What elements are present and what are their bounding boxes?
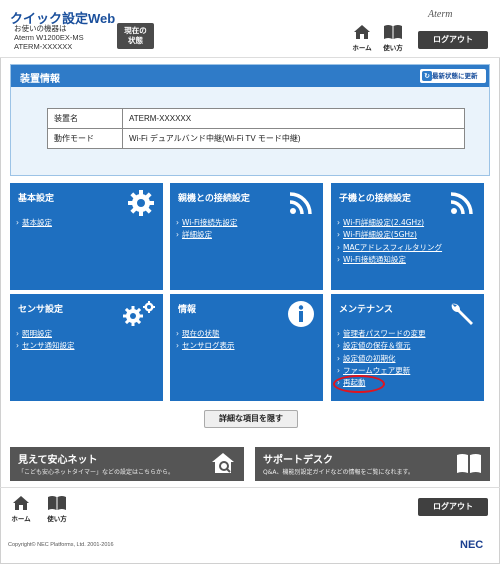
tile-title: サポートデスク	[263, 455, 333, 466]
tile-title: 親機との接続設定	[178, 194, 250, 204]
manual-button[interactable]: 使い方	[380, 24, 406, 52]
tile-basic-settings: 基本設定 基本設定	[10, 183, 163, 290]
link-advanced-settings[interactable]: 詳細設定	[176, 229, 237, 241]
footer-divider	[0, 487, 500, 488]
tile-title: センサ設定	[18, 305, 64, 315]
device-info-title: 装置情報	[20, 74, 60, 85]
tile-title: 情報	[178, 305, 197, 315]
device-label: お使いの機器は	[14, 24, 67, 33]
tile-parent-connection: 親機との接続設定 Wi-Fi接続先設定 詳細設定	[170, 183, 323, 290]
device-info-bar: 装置情報 ↻ 最新状態に更新	[11, 65, 489, 87]
footer-home-button[interactable]: ホーム	[8, 495, 34, 523]
house-search-icon	[212, 453, 234, 473]
status-button-line1: 現在の	[124, 26, 147, 35]
refresh-label: 最新状態に更新	[432, 72, 478, 80]
tile-support-desk[interactable]: サポートデスク Q&A、機能別設定ガイドなどの情報をご覧になれます。	[255, 447, 490, 481]
hide-details-button[interactable]: 詳細な項目を隠す	[204, 410, 298, 428]
tile-links: 照明設定 センサ通知設定	[16, 328, 75, 353]
home-icon	[13, 496, 29, 510]
link-wifi-5ghz[interactable]: Wi-Fi詳細設定(5GHz)	[337, 229, 442, 241]
highlight-annotation	[333, 375, 385, 393]
refresh-button[interactable]: ↻ 最新状態に更新	[420, 69, 486, 83]
wifi-icon	[289, 192, 312, 215]
home-button[interactable]: ホーム	[349, 24, 375, 52]
copyright: Copyright© NEC Platforms, Ltd. 2001-2016	[8, 542, 114, 548]
tile-subtitle: Q&A、機能別設定ガイドなどの情報をご覧になれます。	[263, 469, 414, 476]
logout-button[interactable]: ログアウト	[418, 31, 488, 49]
manual-label: 使い方	[383, 44, 403, 52]
home-label: ホーム	[352, 44, 372, 52]
tile-safe-net[interactable]: 見えて安心ネット 「こども安心ネットタイマー」などの設定はこちらから。	[10, 447, 244, 481]
link-current-status[interactable]: 現在の状態	[176, 328, 235, 340]
tile-title: 基本設定	[18, 194, 55, 204]
link-basic-settings[interactable]: 基本設定	[16, 217, 52, 229]
table-row: 動作モード Wi-Fi デュアルバンド中継(Wi-Fi TV モード中継)	[47, 128, 465, 149]
gears-icon	[123, 301, 155, 326]
link-mac-filtering[interactable]: MACアドレスフィルタリング	[337, 242, 442, 254]
book-icon	[48, 496, 66, 510]
table-value: ATERM-XXXXXX	[122, 108, 465, 129]
link-sensor-log[interactable]: センサログ表示	[176, 340, 235, 352]
link-wifi-24ghz[interactable]: Wi-Fi詳細設定(2.4GHz)	[337, 217, 442, 229]
book-icon	[457, 454, 481, 473]
tile-child-connection: 子機との接続設定 Wi-Fi詳細設定(2.4GHz) Wi-Fi詳細設定(5GH…	[331, 183, 484, 290]
link-lighting-settings[interactable]: 照明設定	[16, 328, 75, 340]
footer-manual-button[interactable]: 使い方	[44, 495, 70, 523]
home-icon	[354, 25, 370, 39]
info-icon	[288, 301, 314, 327]
link-wifi-notification[interactable]: Wi-Fi接続通知設定	[337, 254, 442, 266]
current-status-button[interactable]: 現在の 状態	[117, 23, 154, 49]
tile-links: 基本設定	[16, 217, 52, 229]
table-key: 装置名	[47, 108, 123, 129]
tile-links: Wi-Fi詳細設定(2.4GHz) Wi-Fi詳細設定(5GHz) MACアドレ…	[337, 217, 442, 266]
table-row: 装置名 ATERM-XXXXXX	[47, 108, 465, 129]
device-info-panel: 装置情報 ↻ 最新状態に更新 装置名 ATERM-XXXXXX 動作モード Wi…	[10, 64, 490, 176]
status-button-line2: 状態	[128, 36, 143, 45]
table-key: 動作モード	[47, 128, 123, 149]
book-icon	[384, 25, 402, 39]
nec-logo: NEC	[460, 539, 484, 551]
tile-links: Wi-Fi接続先設定 詳細設定	[176, 217, 237, 242]
tile-title: メンテナンス	[339, 305, 393, 315]
link-factory-reset[interactable]: 設定値の初期化	[337, 353, 426, 365]
footer-manual-label: 使い方	[47, 515, 67, 523]
tile-title: 見えて安心ネット	[18, 455, 98, 466]
footer-home-label: ホーム	[11, 515, 31, 523]
gear-icon	[128, 190, 154, 216]
refresh-icon: ↻	[422, 71, 432, 81]
tile-title: 子機との接続設定	[339, 194, 411, 204]
table-value: Wi-Fi デュアルバンド中継(Wi-Fi TV モード中継)	[122, 128, 465, 149]
device-model: Aterm W1200EX-MS	[14, 33, 84, 42]
footer-logout-button[interactable]: ログアウト	[418, 498, 488, 516]
link-save-restore[interactable]: 設定値の保存＆復元	[337, 340, 426, 352]
tile-sensor-settings: センサ設定 照明設定 センサ通知設定	[10, 294, 163, 401]
tile-links: 現在の状態 センサログ表示	[176, 328, 235, 353]
device-name: ATERM-XXXXXX	[14, 42, 73, 51]
tile-subtitle: 「こども安心ネットタイマー」などの設定はこちらから。	[18, 469, 175, 476]
link-admin-password[interactable]: 管理者パスワードの変更	[337, 328, 426, 340]
wifi-icon	[450, 192, 473, 215]
link-wifi-connection[interactable]: Wi-Fi接続先設定	[176, 217, 237, 229]
wrench-icon	[451, 303, 473, 325]
link-sensor-notification[interactable]: センサ通知設定	[16, 340, 75, 352]
tile-information: 情報 現在の状態 センサログ表示	[170, 294, 323, 401]
brand-logo: Aterm	[428, 9, 453, 20]
header: クイック設定Web お使いの機器は Aterm W1200EX-MS ATERM…	[0, 0, 500, 58]
device-info-table: 装置名 ATERM-XXXXXX 動作モード Wi-Fi デュアルバンド中継(W…	[47, 108, 465, 149]
